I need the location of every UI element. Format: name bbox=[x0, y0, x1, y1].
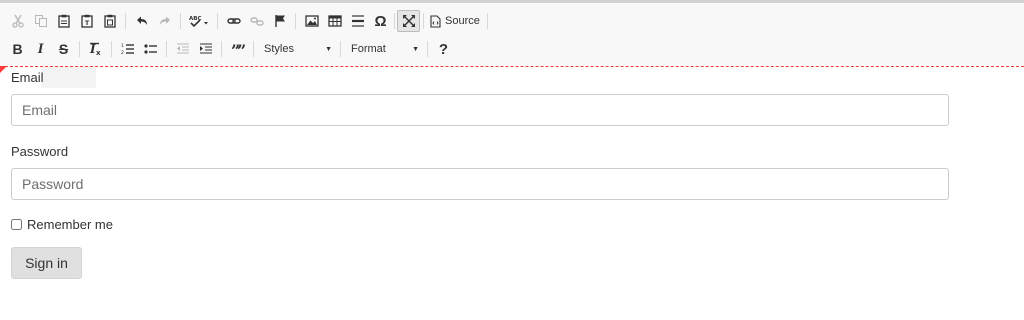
svg-text:1: 1 bbox=[121, 43, 124, 49]
table-icon[interactable] bbox=[323, 10, 346, 32]
source-button[interactable]: Source bbox=[427, 10, 483, 32]
remove-format-icon[interactable]: Ix bbox=[84, 38, 107, 60]
paste-from-word-icon[interactable] bbox=[98, 10, 121, 32]
toolbar-separator bbox=[295, 13, 296, 29]
sign-in-button[interactable]: Sign in bbox=[11, 247, 82, 279]
undo-icon[interactable] bbox=[130, 10, 153, 32]
format-combo[interactable]: Format ▼ bbox=[345, 38, 423, 60]
editor-toolbar: T ABC Ω Source B I S I x 1 2 ” Styles ▼ … bbox=[0, 0, 1024, 66]
remember-me-label: Remember me bbox=[27, 216, 113, 232]
help-icon[interactable]: ? bbox=[432, 38, 455, 60]
toolbar-separator bbox=[180, 13, 181, 29]
chevron-down-icon: ▼ bbox=[412, 45, 419, 53]
password-group: Password bbox=[11, 143, 949, 200]
toolbar-row-1: T ABC Ω Source bbox=[6, 9, 492, 33]
outdent-icon[interactable] bbox=[171, 38, 194, 60]
paste-icon[interactable] bbox=[52, 10, 75, 32]
toolbar-separator bbox=[340, 41, 341, 57]
blockquote-icon[interactable]: ”” bbox=[226, 38, 249, 60]
svg-text:x: x bbox=[96, 49, 101, 56]
italic-icon[interactable]: I bbox=[29, 38, 52, 60]
toolbar-row-2: B I S Ix 12 ”” Styles ▼ Format bbox=[6, 37, 455, 61]
email-label: Email bbox=[11, 70, 44, 85]
toolbar-separator bbox=[166, 41, 167, 57]
toolbar-separator bbox=[111, 41, 112, 57]
special-char-icon[interactable]: Ω bbox=[369, 10, 392, 32]
remember-me-row[interactable]: Remember me bbox=[11, 216, 949, 232]
email-group: Email bbox=[11, 69, 949, 126]
password-label: Password bbox=[11, 144, 69, 159]
editor-guide-line bbox=[0, 66, 1024, 67]
horizontal-line-icon[interactable] bbox=[346, 10, 369, 32]
chevron-down-icon: ▼ bbox=[325, 45, 332, 53]
toolbar-separator bbox=[486, 13, 488, 29]
toolbar-separator bbox=[427, 41, 428, 57]
login-form: Email Password Remember me Sign in bbox=[11, 69, 949, 279]
numbered-list-icon[interactable]: 12 bbox=[116, 38, 139, 60]
cut-icon[interactable] bbox=[6, 10, 29, 32]
svg-text:”: ” bbox=[237, 42, 245, 56]
editor-corner-marker bbox=[0, 66, 7, 73]
copy-icon[interactable] bbox=[29, 10, 52, 32]
format-combo-label: Format bbox=[351, 43, 386, 55]
styles-combo-label: Styles bbox=[264, 43, 294, 55]
styles-combo[interactable]: Styles ▼ bbox=[258, 38, 336, 60]
source-icon bbox=[430, 14, 441, 28]
password-field[interactable] bbox=[11, 168, 949, 200]
indent-icon[interactable] bbox=[194, 38, 217, 60]
link-icon[interactable] bbox=[222, 10, 245, 32]
source-label: Source bbox=[445, 15, 480, 27]
toolbar-separator bbox=[125, 13, 126, 29]
toolbar-separator bbox=[221, 41, 222, 57]
toolbar-separator bbox=[423, 13, 424, 29]
toolbar-separator bbox=[253, 41, 254, 57]
remember-me-checkbox[interactable] bbox=[11, 218, 22, 230]
paste-text-icon[interactable]: T bbox=[75, 10, 98, 32]
redo-icon[interactable] bbox=[153, 10, 176, 32]
strike-icon[interactable]: S bbox=[52, 38, 75, 60]
image-icon[interactable] bbox=[300, 10, 323, 32]
email-field[interactable] bbox=[11, 94, 949, 126]
toolbar-separator bbox=[394, 13, 395, 29]
bulleted-list-icon[interactable] bbox=[139, 38, 162, 60]
unlink-icon[interactable] bbox=[245, 10, 268, 32]
svg-text:T: T bbox=[84, 20, 89, 27]
bold-icon[interactable]: B bbox=[6, 38, 29, 60]
toolbar-separator bbox=[79, 41, 80, 57]
anchor-icon[interactable] bbox=[268, 10, 291, 32]
svg-text:2: 2 bbox=[121, 50, 124, 56]
spellcheck-icon[interactable]: ABC bbox=[185, 10, 213, 32]
maximize-icon[interactable] bbox=[397, 10, 420, 32]
toolbar-separator bbox=[217, 13, 218, 29]
